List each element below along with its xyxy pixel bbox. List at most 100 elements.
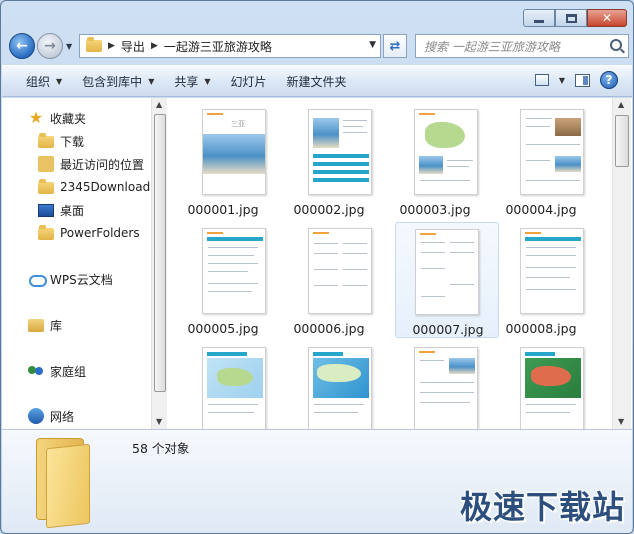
file-tile[interactable]: 000008.jpg bbox=[489, 222, 593, 338]
thumbnail-accent-bar bbox=[525, 237, 581, 241]
large-folder-icon bbox=[36, 438, 100, 529]
slideshow-label: 幻灯片 bbox=[230, 74, 267, 89]
scroll-up-icon[interactable]: ▲ bbox=[618, 100, 624, 109]
change-view-icon[interactable] bbox=[534, 74, 549, 86]
homegroup-icon bbox=[28, 363, 44, 379]
navigation-pane: ★ 收藏夹 下载 最近访问的位置 2345Downloads 桌面 PowerF… bbox=[2, 98, 152, 429]
download-folder-icon bbox=[38, 133, 54, 148]
minimize-icon bbox=[534, 19, 544, 23]
thumbnail-text-line bbox=[314, 404, 364, 405]
navigation-pane-scrollbar[interactable]: ▲ ▼ bbox=[151, 98, 167, 429]
file-tile[interactable]: 三亚 000001.jpg bbox=[171, 103, 275, 219]
breadcrumb-item[interactable]: 导出 bbox=[121, 38, 145, 55]
thumbnail-text-line bbox=[526, 412, 570, 413]
refresh-button[interactable]: ⇄ bbox=[383, 34, 407, 58]
file-list-scrollbar[interactable]: ▲ ▼ bbox=[612, 98, 631, 429]
sidebar-item-2345downloads[interactable]: 2345Downloads bbox=[38, 177, 152, 197]
thumbnail-accent-bar bbox=[313, 162, 369, 166]
caption-buttons: ✕ bbox=[523, 9, 627, 27]
details-pane: 58 个对象 极速下载站 bbox=[2, 429, 632, 533]
preview-pane-icon[interactable] bbox=[575, 73, 590, 87]
file-thumbnail bbox=[414, 347, 478, 429]
thumbnail-text-line bbox=[526, 404, 576, 405]
thumbnail-text-line bbox=[526, 180, 580, 181]
thumbnail-header-mark bbox=[525, 232, 541, 234]
sidebar-item-desktop[interactable]: 桌面 bbox=[38, 200, 84, 220]
file-tile[interactable] bbox=[489, 341, 593, 429]
file-tile-selected[interactable]: 000007.jpg bbox=[395, 222, 499, 338]
sidebar-item-homegroup[interactable]: 家庭组 bbox=[28, 361, 86, 381]
thumbnail-text-line bbox=[420, 392, 474, 393]
thumbnail-text-line bbox=[526, 289, 576, 290]
sidebar-item-label: WPS云文档 bbox=[50, 272, 113, 287]
thumbnail-text-line bbox=[526, 144, 580, 145]
file-thumbnail bbox=[520, 347, 584, 429]
file-tile[interactable]: 000006.jpg bbox=[277, 222, 381, 338]
sidebar-item-powerfolders[interactable]: PowerFolders bbox=[38, 223, 140, 243]
thumbnail-text-line bbox=[208, 291, 252, 292]
address-bar[interactable]: ▶ 导出 ▶ 一起游三亚旅游攻略 ▼ bbox=[79, 34, 381, 58]
address-dropdown-icon[interactable]: ▼ bbox=[369, 40, 376, 50]
scrollbar-thumb[interactable] bbox=[154, 114, 166, 392]
thumbnail-text-line bbox=[420, 382, 474, 383]
thumbnail-text-line bbox=[526, 277, 570, 278]
file-thumbnail bbox=[202, 347, 266, 429]
dropdown-arrow-icon: ▼ bbox=[56, 76, 63, 86]
forward-arrow-icon: → bbox=[44, 38, 56, 54]
breadcrumb-item-current[interactable]: 一起游三亚旅游攻略 bbox=[164, 38, 272, 55]
file-name: 000003.jpg bbox=[399, 202, 471, 217]
new-folder-button[interactable]: 新建文件夹 bbox=[277, 66, 357, 96]
file-tile[interactable]: 000002.jpg bbox=[277, 103, 381, 219]
file-name: 000002.jpg bbox=[293, 202, 365, 217]
maximize-button[interactable] bbox=[555, 9, 587, 27]
thumbnail-text-line bbox=[208, 271, 248, 272]
sidebar-item-libraries[interactable]: 库 bbox=[28, 315, 62, 335]
file-thumbnail bbox=[520, 228, 584, 314]
scroll-down-icon[interactable]: ▼ bbox=[156, 417, 162, 426]
watermark-logo: 极速下载站 bbox=[460, 488, 626, 526]
thumbnail-map bbox=[531, 366, 571, 386]
breadcrumb-chevron-icon[interactable]: ▶ bbox=[108, 41, 115, 51]
thumbnail-header-mark bbox=[313, 232, 329, 234]
scroll-down-icon[interactable]: ▼ bbox=[618, 417, 624, 426]
search-input[interactable]: 搜索 一起游三亚旅游攻略 bbox=[415, 34, 629, 58]
sidebar-item-network[interactable]: 网络 bbox=[28, 406, 74, 426]
file-tile[interactable]: 000005.jpg bbox=[171, 222, 275, 338]
include-in-library-menu[interactable]: 包含到库中 ▼ bbox=[72, 66, 164, 96]
scrollbar-thumb[interactable] bbox=[615, 115, 629, 167]
thumbnail-accent-bar bbox=[313, 154, 369, 158]
thumbnail-text-line bbox=[526, 118, 552, 119]
close-button[interactable]: ✕ bbox=[587, 9, 627, 27]
sidebar-item-wps-cloud[interactable]: WPS云文档 bbox=[28, 269, 113, 289]
search-icon[interactable] bbox=[610, 39, 622, 51]
forward-button[interactable]: → bbox=[37, 33, 63, 59]
thumbnail-text-line bbox=[343, 120, 367, 121]
minimize-button[interactable] bbox=[523, 9, 555, 27]
sidebar-item-recent-places[interactable]: 最近访问的位置 bbox=[38, 154, 144, 174]
file-tile[interactable] bbox=[383, 341, 487, 429]
share-menu[interactable]: 共享 ▼ bbox=[164, 66, 220, 96]
file-tile[interactable] bbox=[171, 341, 275, 429]
thumbnail-text-line bbox=[421, 242, 445, 243]
file-thumbnail bbox=[202, 228, 266, 314]
file-tile[interactable]: 000003.jpg bbox=[383, 103, 487, 219]
slideshow-button[interactable]: 幻灯片 bbox=[221, 66, 277, 96]
thumbnail-text-line bbox=[314, 253, 338, 254]
sidebar-item-favorites[interactable]: ★ 收藏夹 bbox=[28, 108, 86, 128]
navigation-bar: ← → ▼ ▶ 导出 ▶ 一起游三亚旅游攻略 ▼ ⇄ 搜索 一起游三亚旅游攻略 bbox=[7, 31, 629, 61]
view-dropdown-icon[interactable]: ▼ bbox=[559, 76, 565, 85]
scroll-up-icon[interactable]: ▲ bbox=[156, 100, 162, 109]
organize-menu[interactable]: 组织 ▼ bbox=[16, 66, 72, 96]
file-tile[interactable]: 000004.jpg bbox=[489, 103, 593, 219]
back-button[interactable]: ← bbox=[9, 33, 35, 59]
recent-pages-dropdown[interactable]: ▼ bbox=[66, 42, 72, 51]
sidebar-item-downloads[interactable]: 下载 bbox=[38, 131, 84, 151]
breadcrumb-chevron-icon[interactable]: ▶ bbox=[151, 41, 158, 51]
sidebar-item-label: 2345Downloads bbox=[60, 180, 152, 194]
file-tile[interactable] bbox=[277, 341, 381, 429]
file-name: 000008.jpg bbox=[505, 321, 577, 336]
thumbnail-text-line bbox=[447, 160, 473, 161]
help-icon[interactable]: ? bbox=[600, 71, 618, 89]
thumbnail-text-line bbox=[420, 360, 444, 361]
organize-label: 组织 bbox=[26, 74, 51, 89]
